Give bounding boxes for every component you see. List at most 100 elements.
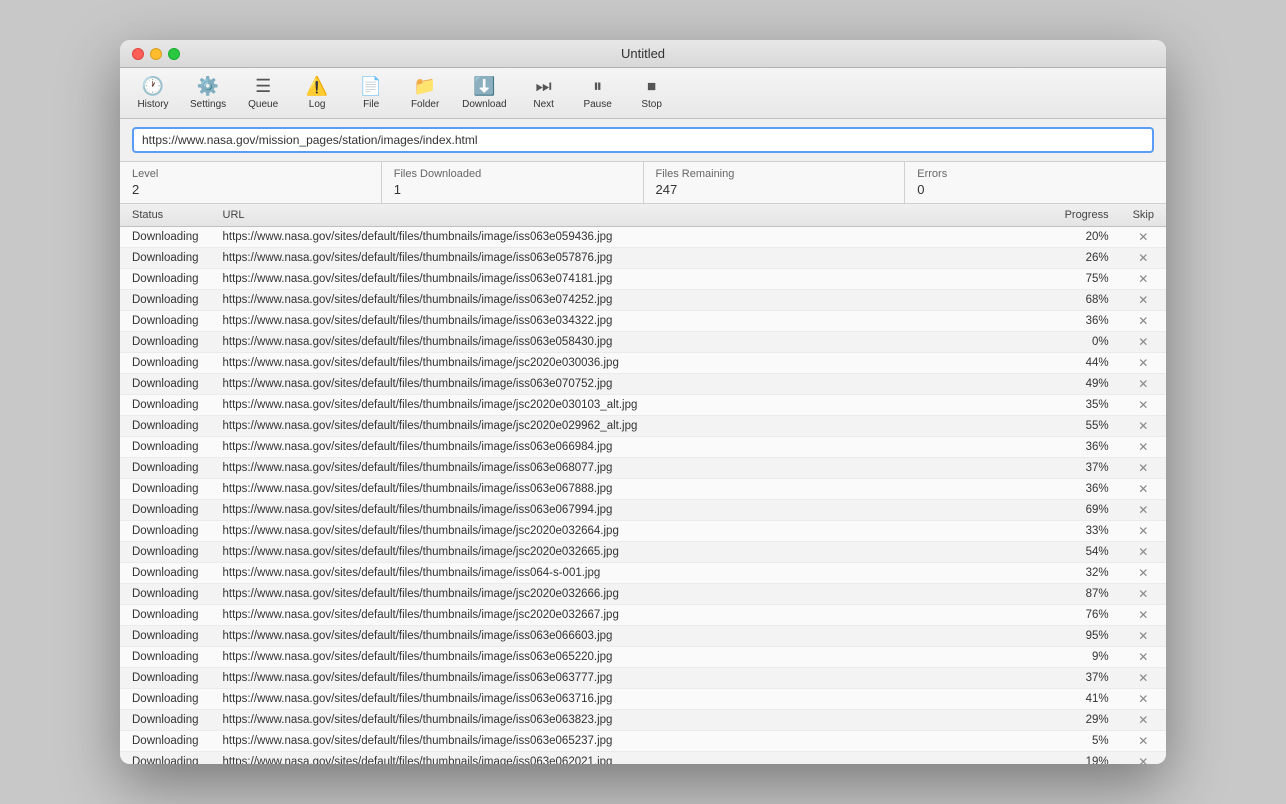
cell-status: Downloading [120,395,211,416]
cell-progress: 95% [1051,626,1121,647]
cell-progress: 75% [1051,269,1121,290]
cell-skip: ✕ [1121,374,1166,395]
table-row: Downloading https://www.nasa.gov/sites/d… [120,374,1166,395]
queue-button[interactable]: ☰ Queue [238,72,288,114]
skip-button[interactable]: ✕ [1138,692,1148,706]
cell-skip: ✕ [1121,521,1166,542]
file-label: File [363,99,379,110]
cell-skip: ✕ [1121,752,1166,765]
cell-skip: ✕ [1121,563,1166,584]
maximize-button[interactable] [168,48,180,60]
cell-status: Downloading [120,689,211,710]
cell-url: https://www.nasa.gov/sites/default/files… [211,626,1051,647]
close-button[interactable] [132,48,144,60]
skip-button[interactable]: ✕ [1138,230,1148,244]
cell-status: Downloading [120,374,211,395]
cell-status: Downloading [120,584,211,605]
skip-button[interactable]: ✕ [1138,461,1148,475]
url-input[interactable] [132,127,1154,153]
cell-skip: ✕ [1121,542,1166,563]
minimize-button[interactable] [150,48,162,60]
cell-skip: ✕ [1121,605,1166,626]
file-icon: 📄 [360,76,382,97]
skip-button[interactable]: ✕ [1138,587,1148,601]
next-label: Next [533,99,554,110]
skip-button[interactable]: ✕ [1138,734,1148,748]
table-row: Downloading https://www.nasa.gov/sites/d… [120,752,1166,765]
table-body: Downloading https://www.nasa.gov/sites/d… [120,227,1166,765]
table-row: Downloading https://www.nasa.gov/sites/d… [120,248,1166,269]
cell-skip: ✕ [1121,479,1166,500]
cell-status: Downloading [120,248,211,269]
pause-button[interactable]: ⏸ Pause [573,72,623,114]
skip-button[interactable]: ✕ [1138,713,1148,727]
skip-button[interactable]: ✕ [1138,398,1148,412]
cell-status: Downloading [120,458,211,479]
skip-button[interactable]: ✕ [1138,566,1148,580]
cell-progress: 35% [1051,395,1121,416]
cell-progress: 54% [1051,542,1121,563]
table-row: Downloading https://www.nasa.gov/sites/d… [120,332,1166,353]
cell-progress: 0% [1051,332,1121,353]
skip-button[interactable]: ✕ [1138,293,1148,307]
table-row: Downloading https://www.nasa.gov/sites/d… [120,500,1166,521]
cell-skip: ✕ [1121,626,1166,647]
skip-button[interactable]: ✕ [1138,314,1148,328]
history-icon: 🕐 [142,76,164,97]
cell-url: https://www.nasa.gov/sites/default/files… [211,752,1051,765]
main-window: Untitled 🕐 History ⚙️ Settings ☰ Queue ⚠… [120,40,1166,764]
cell-url: https://www.nasa.gov/sites/default/files… [211,353,1051,374]
cell-skip: ✕ [1121,584,1166,605]
cell-status: Downloading [120,710,211,731]
skip-button[interactable]: ✕ [1138,377,1148,391]
stat-files-remaining-value: 247 [656,182,893,197]
cell-progress: 19% [1051,752,1121,765]
skip-button[interactable]: ✕ [1138,335,1148,349]
skip-button[interactable]: ✕ [1138,650,1148,664]
cell-skip: ✕ [1121,353,1166,374]
cell-progress: 37% [1051,458,1121,479]
skip-button[interactable]: ✕ [1138,755,1148,764]
next-button[interactable]: ⏭ Next [519,72,569,114]
skip-button[interactable]: ✕ [1138,251,1148,265]
skip-button[interactable]: ✕ [1138,356,1148,370]
skip-button[interactable]: ✕ [1138,482,1148,496]
skip-button[interactable]: ✕ [1138,419,1148,433]
pause-label: Pause [583,99,611,110]
log-button[interactable]: ⚠️ Log [292,72,342,114]
stop-button[interactable]: ⏹ Stop [627,72,677,114]
skip-button[interactable]: ✕ [1138,608,1148,622]
queue-icon: ☰ [255,76,271,97]
stat-errors: Errors 0 [905,162,1166,203]
cell-url: https://www.nasa.gov/sites/default/files… [211,248,1051,269]
cell-url: https://www.nasa.gov/sites/default/files… [211,584,1051,605]
skip-button[interactable]: ✕ [1138,671,1148,685]
cell-status: Downloading [120,416,211,437]
skip-button[interactable]: ✕ [1138,629,1148,643]
settings-button[interactable]: ⚙️ Settings [182,72,234,114]
cell-skip: ✕ [1121,458,1166,479]
skip-button[interactable]: ✕ [1138,272,1148,286]
table-row: Downloading https://www.nasa.gov/sites/d… [120,290,1166,311]
download-icon: ⬇️ [473,76,495,97]
cell-url: https://www.nasa.gov/sites/default/files… [211,437,1051,458]
stat-level-label: Level [132,168,369,180]
settings-label: Settings [190,99,226,110]
download-button[interactable]: ⬇️ Download [454,72,514,114]
log-label: Log [309,99,326,110]
history-button[interactable]: 🕐 History [128,72,178,114]
cell-url: https://www.nasa.gov/sites/default/files… [211,647,1051,668]
skip-button[interactable]: ✕ [1138,545,1148,559]
file-button[interactable]: 📄 File [346,72,396,114]
skip-button[interactable]: ✕ [1138,524,1148,538]
cell-status: Downloading [120,290,211,311]
skip-button[interactable]: ✕ [1138,503,1148,517]
stat-files-downloaded-value: 1 [394,182,631,197]
skip-button[interactable]: ✕ [1138,440,1148,454]
folder-button[interactable]: 📁 Folder [400,72,450,114]
cell-url: https://www.nasa.gov/sites/default/files… [211,269,1051,290]
downloads-table-container[interactable]: Status URL Progress Skip Downloading htt… [120,204,1166,764]
table-row: Downloading https://www.nasa.gov/sites/d… [120,521,1166,542]
cell-status: Downloading [120,668,211,689]
table-header-row: Status URL Progress Skip [120,204,1166,227]
